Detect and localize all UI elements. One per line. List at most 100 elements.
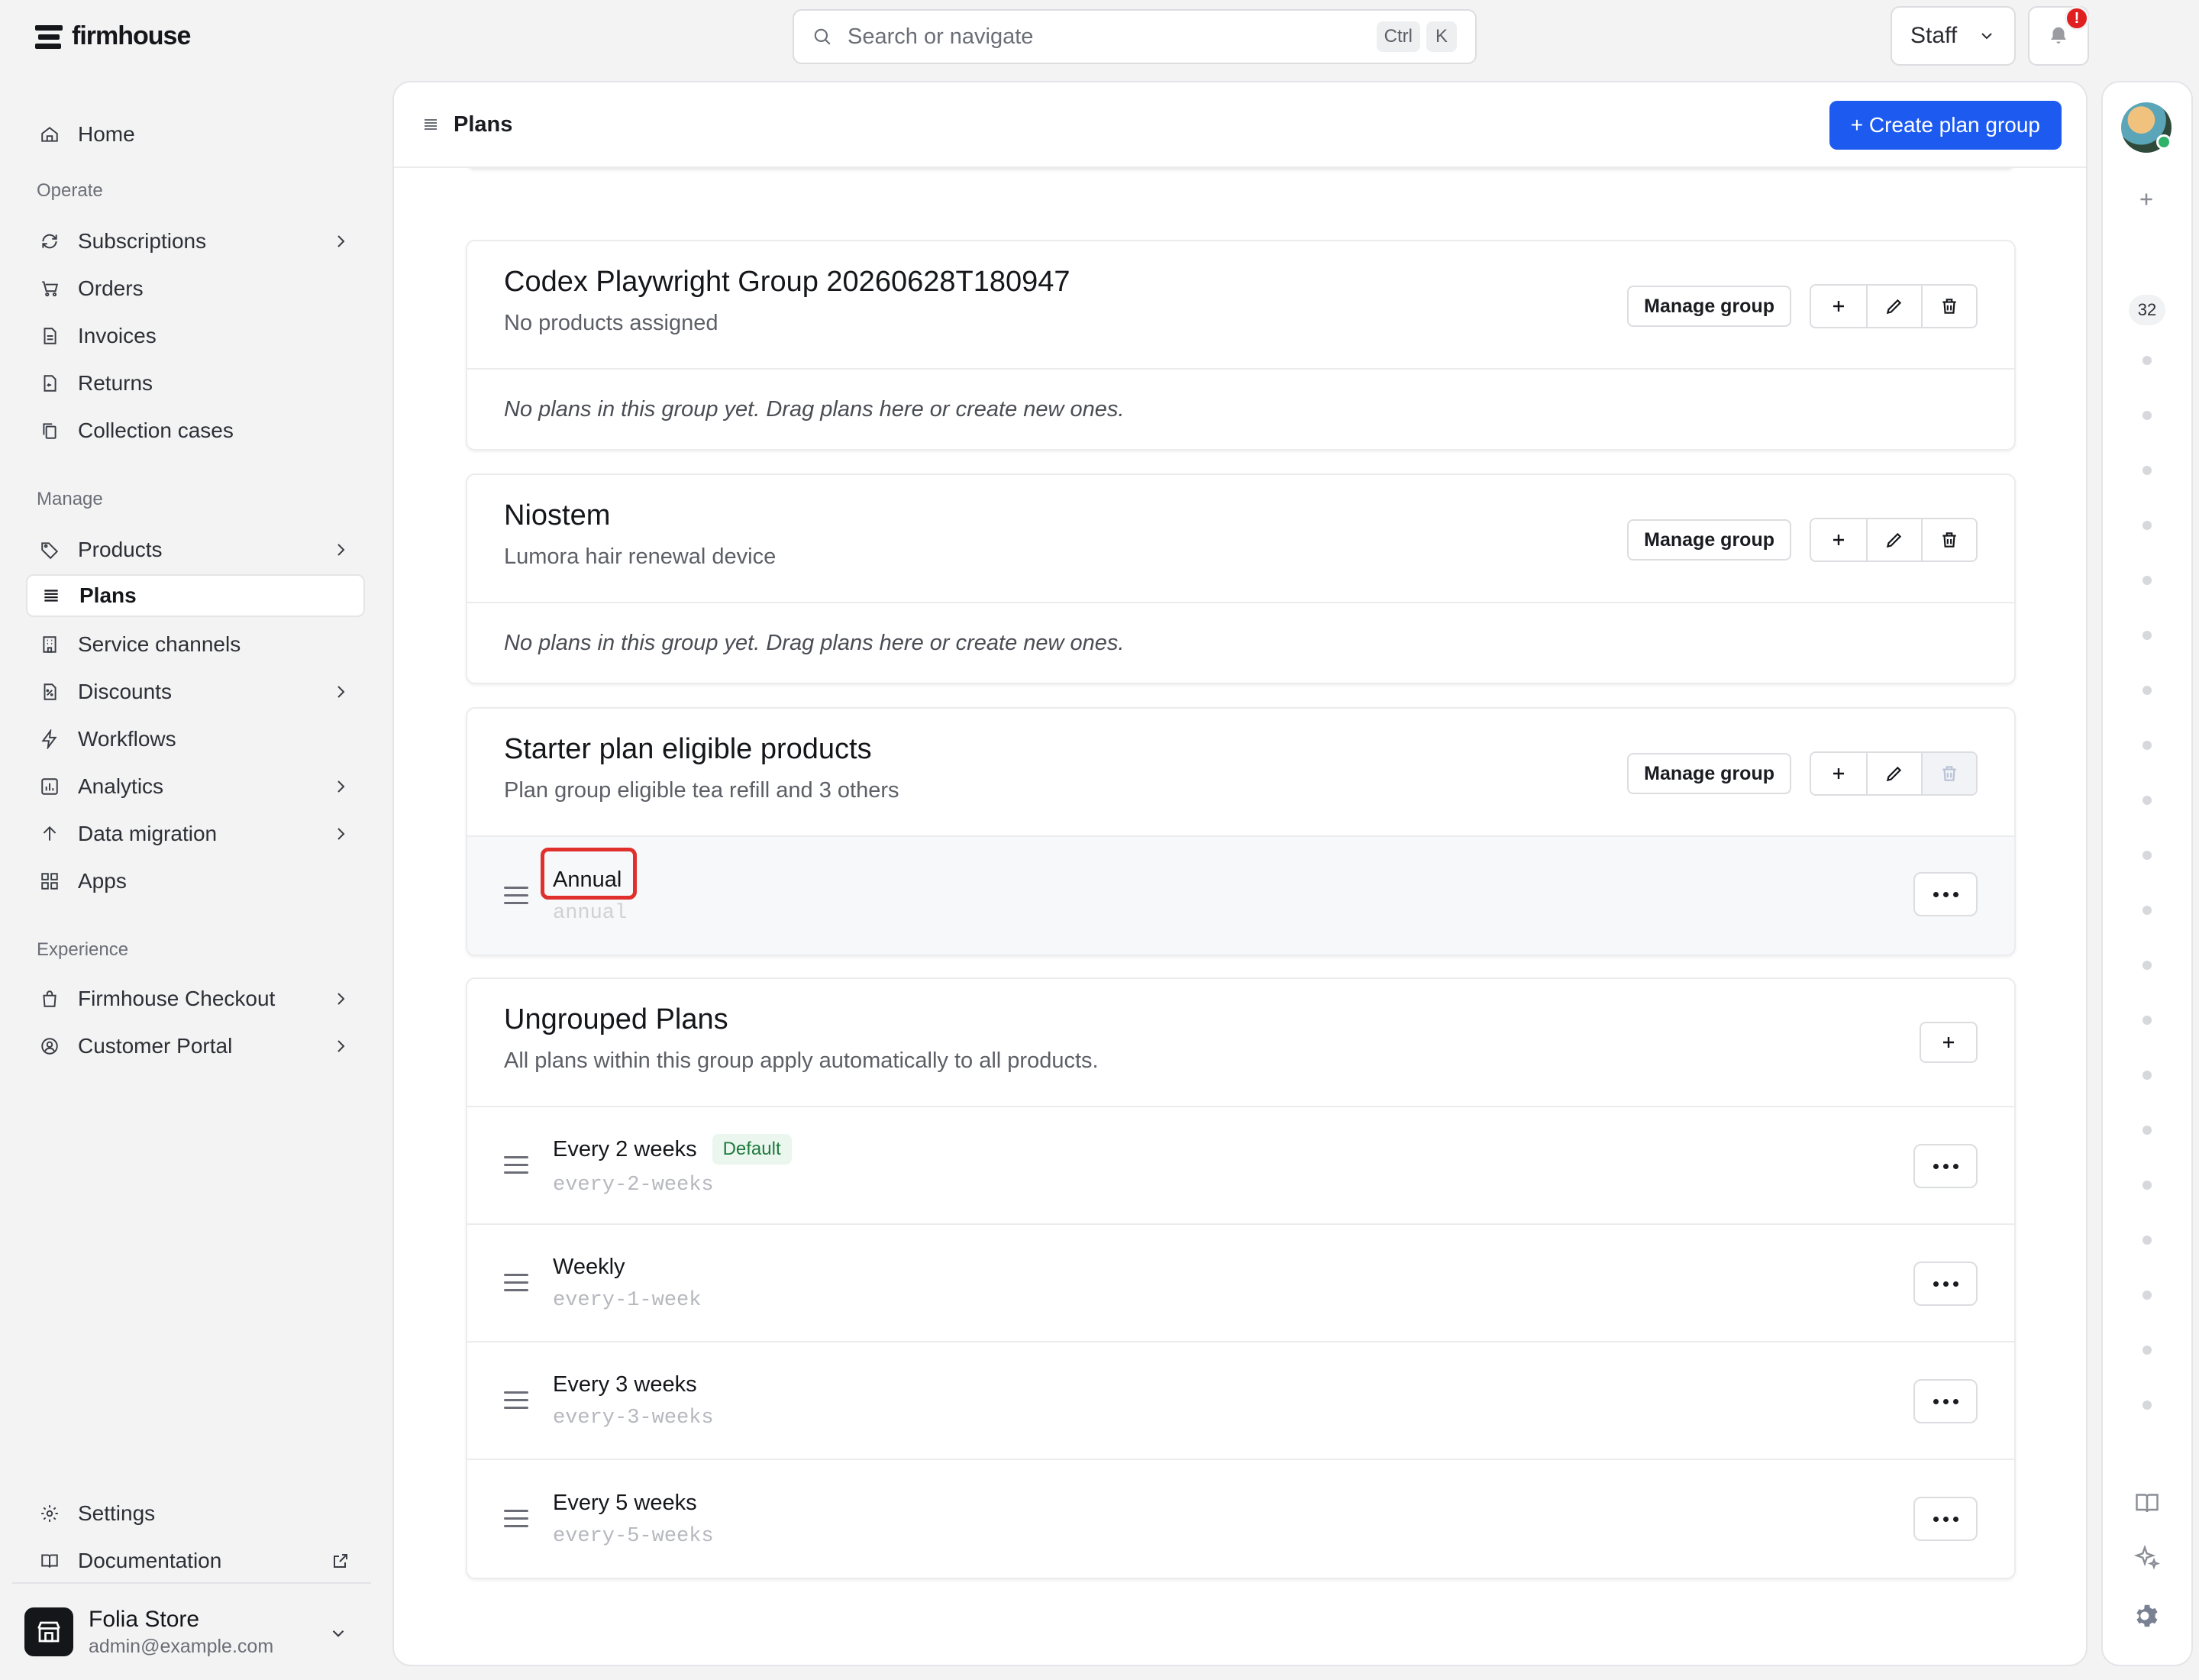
manage-group-button[interactable]: Manage group [1627,753,1791,794]
create-plan-group-button[interactable]: + Create plan group [1829,101,2062,150]
rail-dot[interactable] [2142,1236,2152,1245]
user-avatar[interactable] [2121,102,2172,153]
plan-options-button[interactable] [1913,872,1978,916]
drag-handle-icon[interactable] [504,1391,528,1410]
staff-dropdown[interactable]: Staff [1891,6,2016,66]
rail-dot[interactable] [2142,1291,2152,1300]
account-name: Folia Store [89,1606,200,1632]
plan-row[interactable]: Every 3 weeks every-3-weeks [467,1342,2014,1460]
plan-name[interactable]: Every 2 weeks Default [553,1134,792,1165]
copy-icon [38,419,61,442]
plus-icon [1833,301,1844,312]
right-rail: 32 [2101,81,2193,1666]
sidebar-item-settings[interactable]: Settings [26,1492,365,1535]
plan-name[interactable]: Every 3 weeks [553,1372,714,1397]
sidebar-item-data-migration[interactable]: Data migration [26,813,365,855]
rail-dot[interactable] [2142,741,2152,750]
rail-dot[interactable] [2142,576,2152,585]
sidebar-item-subscriptions[interactable]: Subscriptions [26,220,365,263]
rail-dot[interactable] [2142,1346,2152,1355]
add-plan-button[interactable] [1811,519,1866,561]
rail-dot[interactable] [2142,796,2152,805]
gear-icon [38,1502,61,1525]
manage-group-button[interactable]: Manage group [1627,286,1791,327]
sidebar-item-apps[interactable]: Apps [26,860,365,903]
sparkles-icon[interactable] [2132,1543,2162,1573]
rail-dot[interactable] [2142,411,2152,420]
sidebar-item-home[interactable]: Home [26,113,365,156]
section-manage-heading: Manage [37,489,103,509]
plan-options-button[interactable] [1913,1497,1978,1541]
book-icon[interactable] [2132,1488,2162,1518]
edit-group-button[interactable] [1866,519,1921,561]
edit-group-button[interactable] [1866,753,1921,794]
sidebar-item-label: Customer Portal [78,1034,233,1058]
plan-row[interactable]: Annual annual [467,837,2014,955]
sidebar-item-returns[interactable]: Returns [26,362,365,405]
search-bar[interactable]: Search or navigate Ctrl K [793,9,1477,64]
sidebar-item-discounts[interactable]: Discounts [26,670,365,713]
sidebar-item-plans[interactable]: Plans [26,574,365,617]
plan-options-button[interactable] [1913,1144,1978,1188]
plan-group-header: Ungrouped Plans All plans within this gr… [467,979,2014,1107]
rail-dot[interactable] [2142,1401,2152,1410]
add-plan-button[interactable] [1811,753,1866,794]
add-plan-button[interactable] [1811,286,1866,327]
chevron-down-icon [1981,33,1992,40]
rail-dot[interactable] [2142,521,2152,530]
sidebar-item-workflows[interactable]: Workflows [26,718,365,761]
plan-options-button[interactable] [1913,1379,1978,1423]
sidebar-item-invoices[interactable]: Invoices [26,315,365,357]
sidebar-item-collection-cases[interactable]: Collection cases [26,409,365,452]
sidebar-item-analytics[interactable]: Analytics [26,765,365,808]
rail-dot[interactable] [2142,631,2152,640]
sidebar-item-service-channels[interactable]: Service channels [26,623,365,666]
plan-group-actions: Manage group [1627,284,1978,328]
account-switcher[interactable]: Folia Store admin@example.com [12,1582,371,1680]
drag-handle-icon[interactable] [504,887,528,905]
gear-icon[interactable] [2132,1601,2162,1631]
sidebar-item-label: Plans [79,583,137,607]
sidebar-item-documentation[interactable]: Documentation [26,1539,365,1582]
sidebar-item-firmhouse-checkout[interactable]: Firmhouse Checkout [26,977,365,1020]
rail-dot[interactable] [2142,1126,2152,1135]
firmhouse-logo[interactable]: firmhouse [35,21,191,51]
plan-name[interactable]: Every 5 weeks [553,1491,714,1516]
plan-row[interactable]: Every 5 weeks every-5-weeks [467,1460,2014,1578]
sidebar-item-products[interactable]: Products [26,528,365,571]
rail-dot[interactable] [2142,906,2152,915]
staff-label: Staff [1910,23,1958,48]
plan-name[interactable]: Weekly [553,1255,701,1280]
sidebar-item-orders[interactable]: Orders [26,267,365,310]
rail-dot[interactable] [2142,356,2152,365]
sidebar-item-customer-portal[interactable]: Customer Portal [26,1025,365,1068]
plan-options-button[interactable] [1913,1262,1978,1306]
delete-group-button[interactable] [1921,286,1976,327]
building-icon [38,633,61,656]
page-header: Plans + Create plan group [394,82,2086,168]
rail-dot[interactable] [2142,1016,2152,1025]
bar-chart-icon [38,775,61,798]
rail-dot[interactable] [2142,1181,2152,1190]
delete-group-button[interactable] [1921,519,1976,561]
sidebar-item-label: Analytics [78,774,164,798]
manage-group-button[interactable]: Manage group [1627,519,1791,561]
sidebar-item-label: Settings [78,1501,156,1525]
notifications-button[interactable]: ! [2028,6,2089,66]
rail-dot[interactable] [2142,961,2152,970]
sidebar-item-label: Orders [78,276,144,300]
drag-handle-icon[interactable] [504,1156,528,1174]
default-badge: Default [712,1134,792,1165]
rail-dot[interactable] [2142,851,2152,860]
rail-dot[interactable] [2142,466,2152,475]
edit-group-button[interactable] [1866,286,1921,327]
plus-icon [1833,768,1844,779]
plus-icon[interactable] [2135,188,2158,211]
drag-handle-icon[interactable] [504,1510,528,1528]
rail-dot[interactable] [2142,1071,2152,1080]
add-plan-button[interactable] [1920,1022,1978,1063]
plan-row[interactable]: Weekly every-1-week [467,1225,2014,1342]
drag-handle-icon[interactable] [504,1274,528,1292]
rail-dot[interactable] [2142,686,2152,695]
plan-row[interactable]: Every 2 weeks Default every-2-weeks [467,1107,2014,1225]
